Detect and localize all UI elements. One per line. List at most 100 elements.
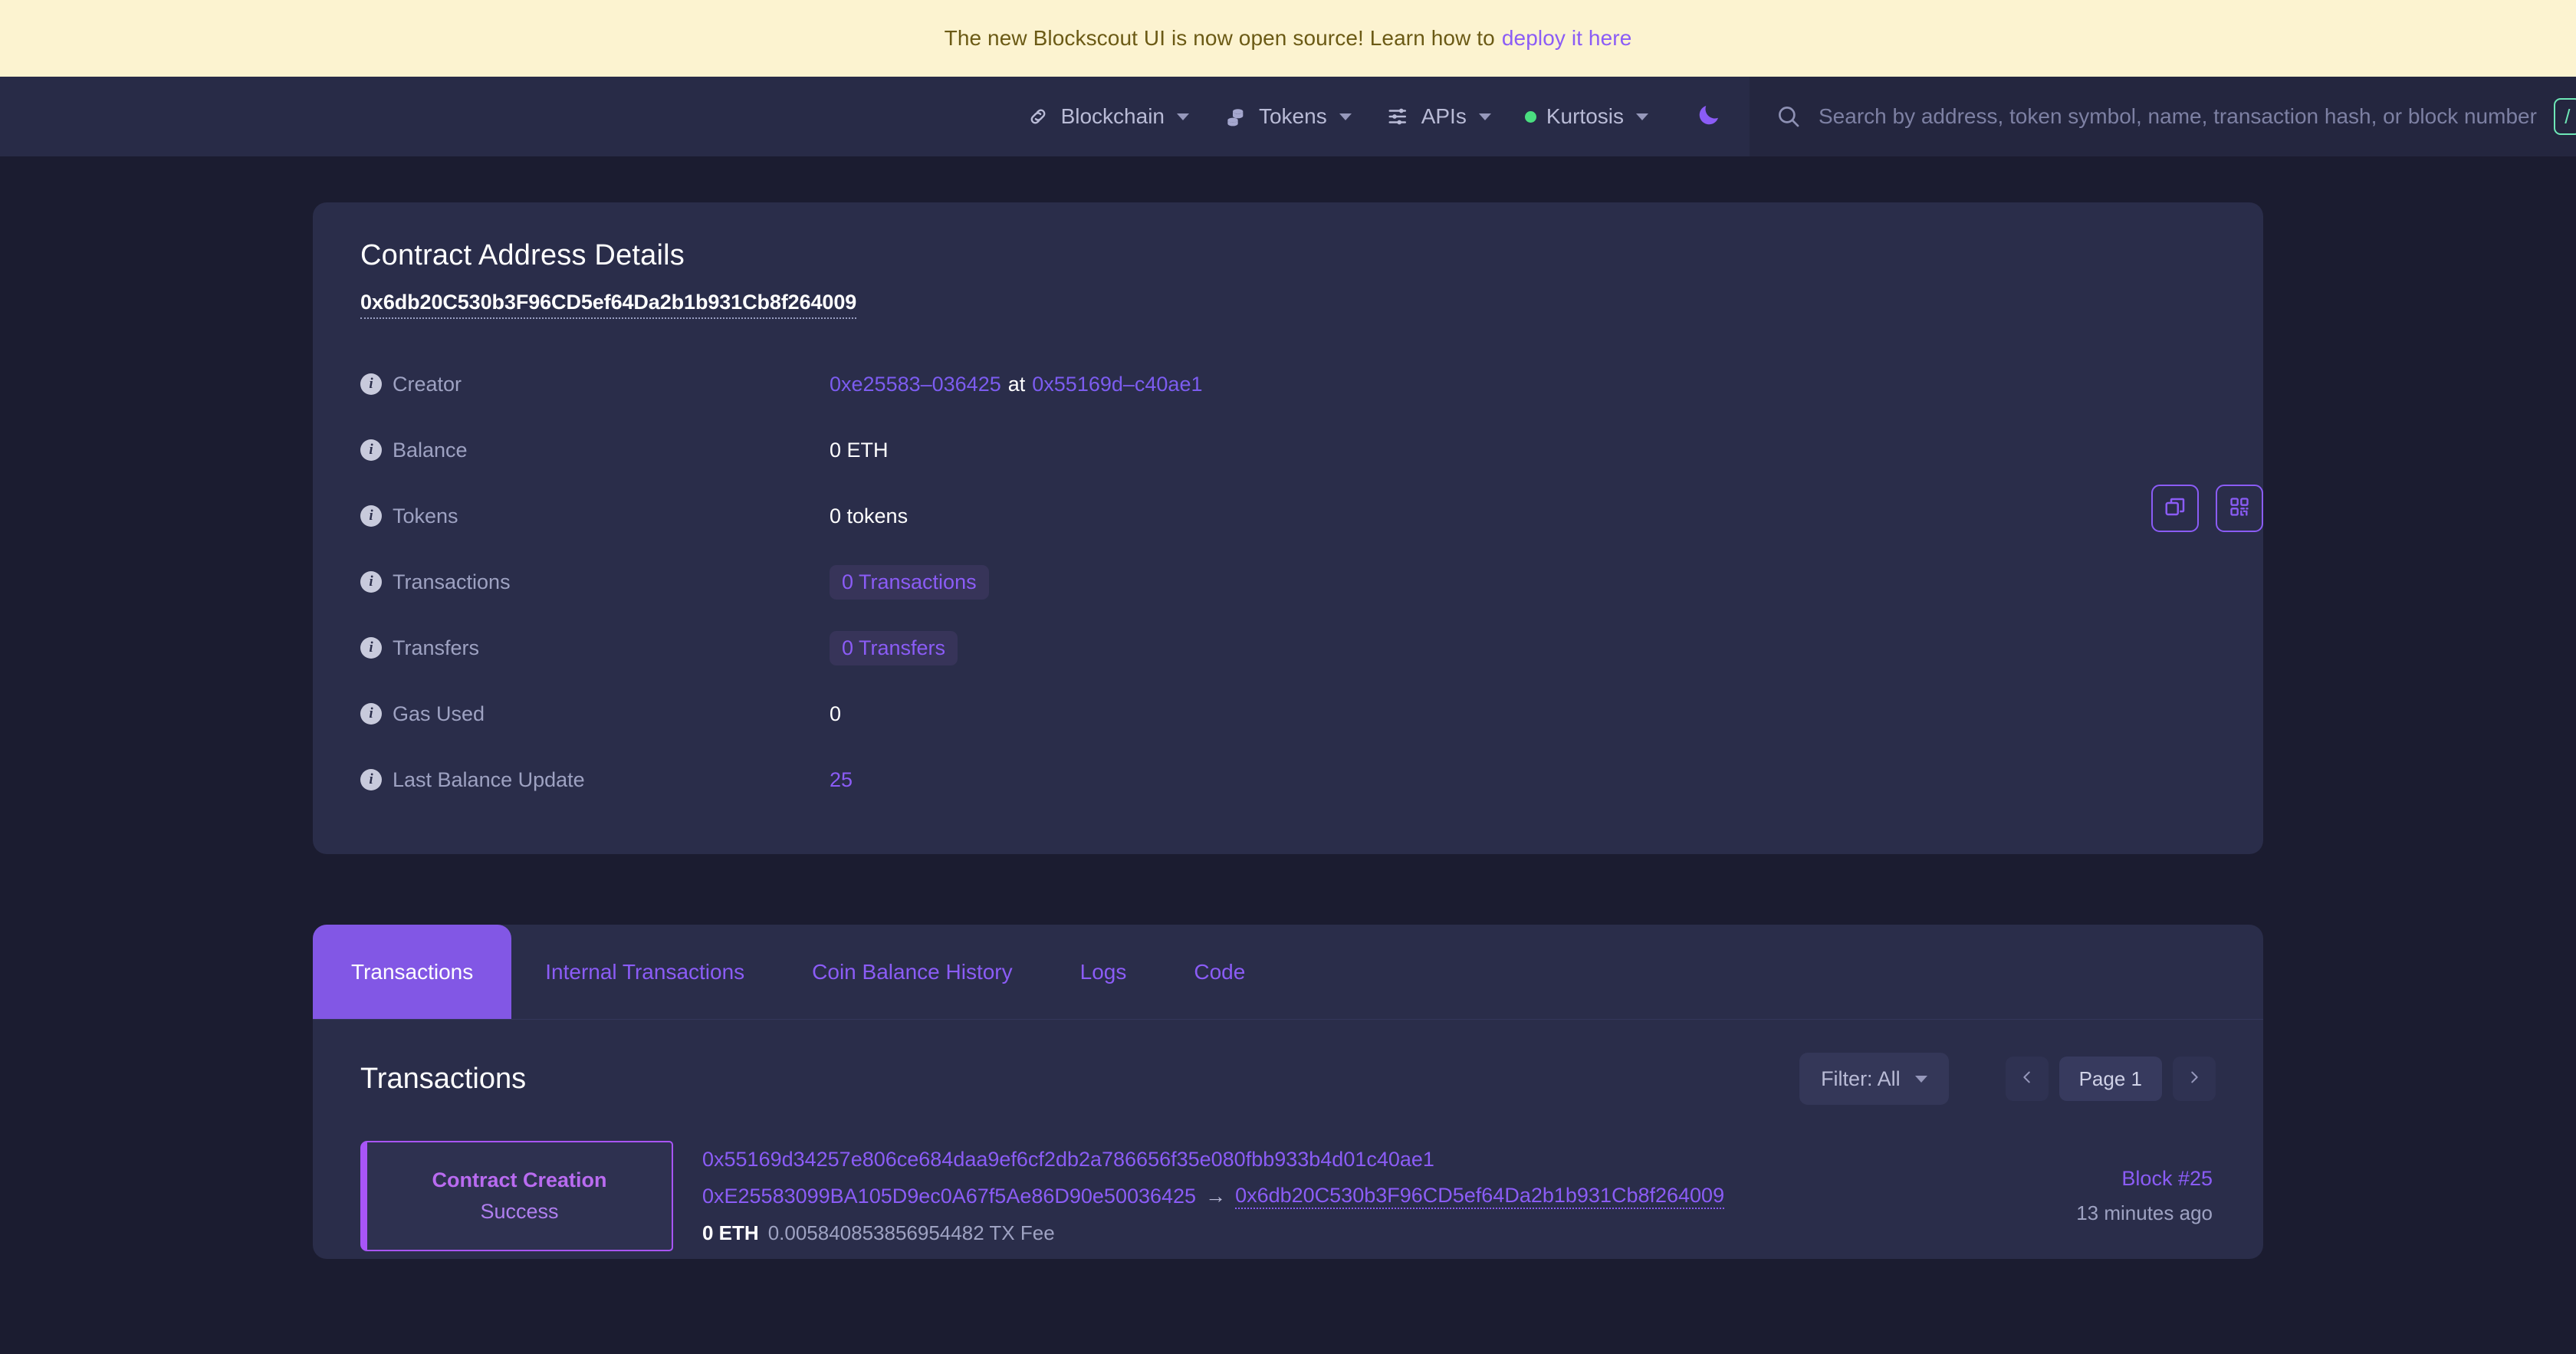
nav-label-tokens: Tokens — [1258, 104, 1327, 128]
filter-label: Filter: All — [1821, 1066, 1901, 1090]
tx-to-link[interactable]: 0x6db20C530b3F96CD5ef64Da2b1b931Cb8f2640… — [1235, 1184, 1725, 1209]
tx-fee: 0.005840853856954482 TX Fee — [767, 1221, 1055, 1244]
contract-address-hash[interactable]: 0x6db20C530b3F96CD5ef64Da2b1b931Cb8f2640… — [360, 291, 856, 319]
banner-deploy-link[interactable]: deploy it here — [1502, 26, 1632, 51]
detail-value-creator: 0xe25583–036425 at 0x55169d–c40ae1 — [830, 373, 1202, 396]
detail-label-text: Last Balance Update — [393, 767, 585, 791]
site-header: Blockchain Tokens APIs Kurtosis Search b… — [0, 77, 2576, 156]
link-chain-icon — [1025, 104, 1051, 130]
detail-value-transactions: 0 Transactions — [830, 564, 989, 600]
filter-dropdown[interactable]: Filter: All — [1799, 1053, 1949, 1105]
detail-label-gas-used: i Gas Used — [360, 702, 830, 726]
copy-icon — [2164, 495, 2187, 522]
info-icon[interactable]: i — [360, 571, 382, 593]
transactions-section-header: Transactions Filter: All Page 1 — [360, 1052, 2216, 1106]
address-tabs-card: Transactions Internal Transactions Coin … — [313, 925, 2263, 1259]
detail-label-text: Transactions — [393, 570, 511, 593]
detail-label-text: Tokens — [393, 504, 458, 527]
qr-code-icon — [2229, 496, 2250, 521]
creator-address-link[interactable]: 0xe25583–036425 — [830, 373, 1001, 396]
detail-row-gas-used: i Gas Used 0 — [360, 681, 2216, 747]
detail-label-last-balance-update: i Last Balance Update — [360, 768, 830, 792]
tab-panel-transactions: Transactions Filter: All Page 1 Contract… — [313, 1020, 2263, 1259]
card-action-buttons — [2151, 485, 2263, 532]
table-row[interactable]: Contract Creation Success 0x55169d34257e… — [360, 1141, 2216, 1259]
creator-at-word: at — [1007, 372, 1026, 396]
nav-item-apis[interactable]: APIs — [1385, 104, 1491, 130]
detail-row-balance: i Balance 0 ETH — [360, 417, 2216, 483]
theme-toggle-button[interactable] — [1688, 96, 1730, 137]
transfers-count-pill[interactable]: 0 Transfers — [830, 630, 958, 665]
nav-item-tokens[interactable]: Tokens — [1223, 104, 1352, 130]
nav-label-blockchain: Blockchain — [1060, 104, 1165, 128]
detail-value-last-balance-update: 25 — [830, 768, 853, 792]
detail-value-gas-used: 0 — [830, 702, 842, 725]
chevron-down-icon — [1176, 113, 1189, 120]
copy-address-button[interactable] — [2151, 485, 2199, 532]
detail-row-transactions: i Transactions 0 Transactions — [360, 549, 2216, 615]
qr-code-button[interactable] — [2216, 485, 2263, 532]
search-placeholder: Search by address, token symbol, name, t… — [1819, 104, 2537, 128]
tx-meta: Block #25 13 minutes ago — [1986, 1141, 2216, 1251]
detail-row-creator: i Creator 0xe25583–036425 at 0x55169d–c4… — [360, 351, 2216, 417]
page-content: Contract Address Details 0x6db20C530b3F9… — [0, 202, 2576, 1259]
tx-from-link[interactable]: 0xE25583099BA105D9ec0A67f5Ae86D90e500364… — [702, 1185, 1196, 1208]
tx-block-link[interactable]: Block #25 — [2121, 1167, 2213, 1191]
last-balance-block-link[interactable]: 25 — [830, 768, 853, 792]
chevron-down-icon — [1339, 113, 1352, 120]
tab-logs[interactable]: Logs — [1046, 925, 1161, 1019]
tx-details: 0x55169d34257e806ce684daa9ef6cf2db2a7866… — [692, 1141, 1967, 1251]
transactions-count-pill[interactable]: 0 Transactions — [830, 564, 989, 600]
tx-age: 13 minutes ago — [2076, 1201, 2213, 1224]
contract-address-card: Contract Address Details 0x6db20C530b3F9… — [313, 202, 2263, 854]
tx-value-line: 0 ETH 0.005840853856954482 TX Fee — [702, 1221, 1967, 1245]
detail-row-tokens: i Tokens 0 tokens — [360, 483, 2216, 549]
pagination: Page 1 — [2005, 1057, 2216, 1101]
tx-value: 0 ETH — [702, 1221, 759, 1244]
tab-bar: Transactions Internal Transactions Coin … — [313, 925, 2263, 1020]
detail-label-transfers: i Transfers — [360, 636, 830, 660]
search-area: Search by address, token symbol, name, t… — [1750, 77, 2576, 156]
arrow-right-icon: → — [1205, 1184, 1227, 1208]
tx-type-label: Contract Creation — [432, 1168, 607, 1191]
detail-row-transfers: i Transfers 0 Transfers — [360, 615, 2216, 681]
sliders-icon — [1385, 104, 1411, 130]
detail-label-text: Balance — [393, 438, 468, 462]
page-title: Contract Address Details — [360, 239, 685, 271]
chevron-left-icon — [2019, 1069, 2036, 1089]
detail-label-text: Transfers — [393, 636, 480, 659]
tab-coin-balance-history[interactable]: Coin Balance History — [778, 925, 1046, 1019]
detail-value-tokens: 0 tokens — [830, 504, 909, 527]
prev-page-button[interactable] — [2005, 1057, 2049, 1101]
info-icon[interactable]: i — [360, 439, 382, 461]
tx-hash-link[interactable]: 0x55169d34257e806ce684daa9ef6cf2db2a7866… — [702, 1148, 1967, 1172]
tx-from-to: 0xE25583099BA105D9ec0A67f5Ae86D90e500364… — [702, 1184, 1967, 1209]
chevron-right-icon — [2186, 1069, 2203, 1089]
next-page-button[interactable] — [2173, 1057, 2216, 1101]
detail-label-tokens: i Tokens — [360, 504, 830, 528]
search-shortcut-badge[interactable]: / — [2553, 98, 2576, 135]
detail-label-text: Gas Used — [393, 702, 485, 725]
banner-text: The new Blockscout UI is now open source… — [944, 26, 1495, 50]
info-icon[interactable]: i — [360, 703, 382, 725]
creation-tx-link[interactable]: 0x55169d–c40ae1 — [1032, 373, 1202, 396]
nav-item-blockchain[interactable]: Blockchain — [1025, 104, 1189, 130]
info-icon[interactable]: i — [360, 373, 382, 395]
chevron-down-icon — [1478, 113, 1491, 120]
info-icon[interactable]: i — [360, 769, 382, 790]
current-page-label[interactable]: Page 1 — [2058, 1057, 2162, 1101]
info-icon[interactable]: i — [360, 505, 382, 527]
tab-transactions[interactable]: Transactions — [313, 925, 512, 1019]
info-icon[interactable]: i — [360, 637, 382, 659]
tab-code[interactable]: Code — [1160, 925, 1279, 1019]
green-dot-icon — [1524, 110, 1536, 123]
tx-type-block: Contract Creation Success — [360, 1141, 673, 1251]
nav-label-kurtosis: Kurtosis — [1546, 104, 1624, 128]
tab-internal-transactions[interactable]: Internal Transactions — [511, 925, 778, 1019]
search-input[interactable]: Search by address, token symbol, name, t… — [1819, 77, 2537, 156]
detail-value-transfers: 0 Transfers — [830, 630, 958, 665]
detail-row-last-balance-update: i Last Balance Update 25 — [360, 747, 2216, 813]
detail-label-transactions: i Transactions — [360, 570, 830, 594]
chevron-down-icon — [1914, 1075, 1927, 1083]
nav-item-kurtosis[interactable]: Kurtosis — [1524, 104, 1648, 129]
